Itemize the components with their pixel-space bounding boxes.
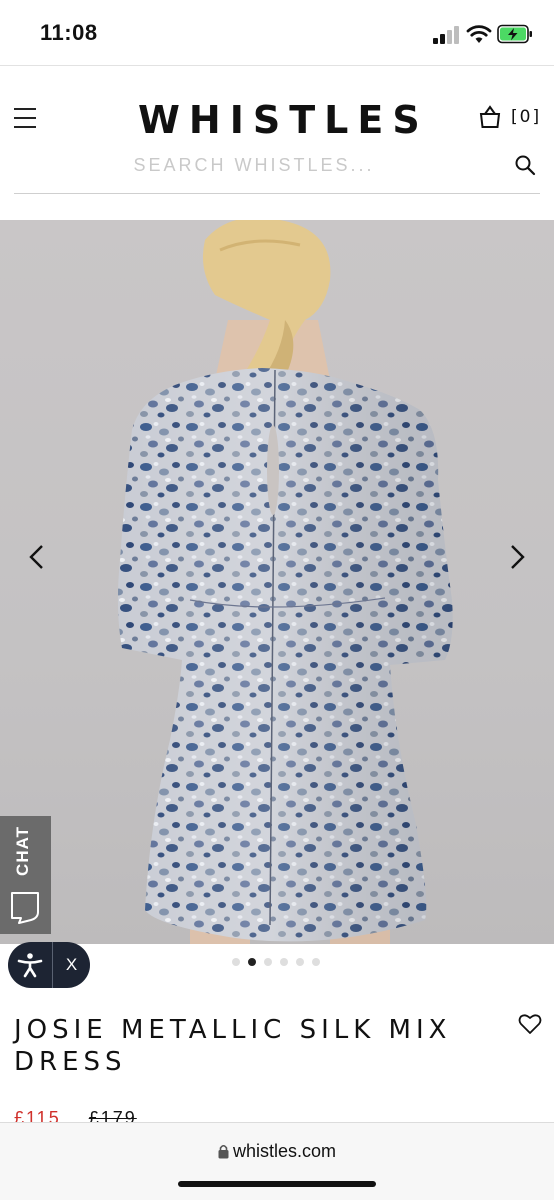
status-divider <box>0 65 554 66</box>
carousel-dots <box>232 958 320 966</box>
search-input[interactable] <box>14 148 494 182</box>
wifi-icon <box>466 25 492 43</box>
home-indicator[interactable] <box>178 1181 376 1187</box>
status-time: 11:08 <box>40 20 98 45</box>
bag-count: [0] <box>511 107 542 127</box>
accessibility-close-button[interactable]: X <box>53 942 90 988</box>
lock-icon <box>218 1144 229 1159</box>
hamburger-menu-button[interactable] <box>14 108 38 130</box>
wishlist-heart-icon[interactable] <box>518 1013 542 1035</box>
chat-bubble-icon <box>11 892 39 924</box>
chat-tab[interactable]: CHAT <box>0 816 51 934</box>
battery-charging-icon <box>497 24 532 44</box>
product-photo <box>117 220 453 944</box>
search-bar <box>14 148 540 194</box>
browser-address-bar: whistles.com <box>0 1122 554 1200</box>
whistles-logo[interactable]: WHISTLES <box>138 96 428 144</box>
shopping-bag-button[interactable]: [0] <box>479 105 541 129</box>
accessibility-widget: X <box>8 942 90 988</box>
cellular-signal-icon <box>433 26 461 44</box>
search-icon[interactable] <box>514 154 536 176</box>
previous-image-arrow[interactable] <box>22 542 52 572</box>
carousel-dot[interactable] <box>232 958 240 966</box>
product-title: JOSIE METALLIC SILK MIX DRESS <box>14 1015 452 1077</box>
carousel-dot[interactable] <box>296 958 304 966</box>
accessibility-button[interactable] <box>8 942 52 988</box>
status-bar: 11:08 <box>0 0 554 66</box>
url-text: whistles.com <box>232 1141 337 1161</box>
next-image-arrow[interactable] <box>502 542 532 572</box>
url-field[interactable]: whistles.com <box>0 1141 554 1162</box>
chat-label: CHAT <box>13 826 32 876</box>
shopping-bag-icon <box>479 105 501 128</box>
accessibility-icon <box>17 953 43 978</box>
carousel-dot[interactable] <box>312 958 320 966</box>
carousel-dot[interactable] <box>280 958 288 966</box>
carousel-dot[interactable] <box>248 958 256 966</box>
product-image-gallery[interactable] <box>0 220 554 944</box>
carousel-dot[interactable] <box>264 958 272 966</box>
